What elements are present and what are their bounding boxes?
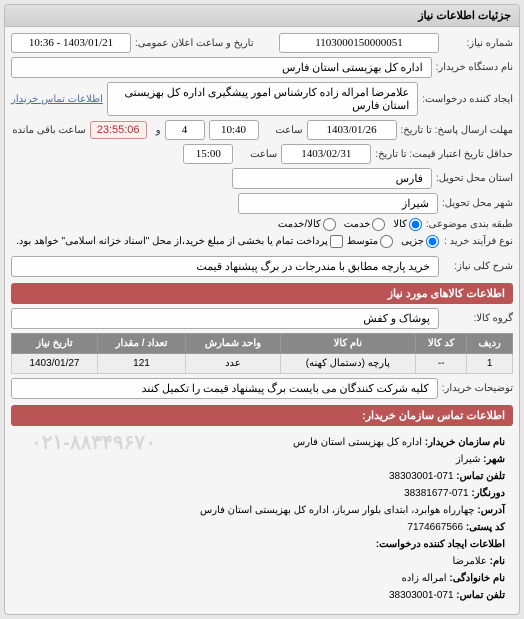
reply-time-value: 10:40 [209, 120, 259, 140]
goods-table: ردیف کد کالا نام کالا واحد شمارش تعداد /… [11, 333, 513, 374]
goods-section-header: اطلاعات کالاهای مورد نیاز [11, 283, 513, 304]
price-date-value: 1403/02/31 [281, 144, 371, 164]
price-time-value: 15:00 [183, 144, 233, 164]
lname-value: امراله زاده [402, 573, 447, 584]
phone-value: 071-38303001 [389, 471, 454, 482]
treasury-checkbox[interactable] [330, 235, 343, 248]
creator-title: اطلاعات ایجاد کننده درخواست: [376, 539, 505, 550]
buyer-contact-link[interactable]: اطلاعات تماس خریدار [11, 94, 103, 105]
delivery-city-label: شهر محل تحویل: [442, 198, 513, 209]
delivery-state-value: فارس [232, 168, 432, 189]
col-name: نام کالا [280, 334, 415, 354]
class-goods-service-option[interactable]: کالا/خدمت [278, 218, 336, 231]
fname-label: نام: [490, 556, 505, 567]
buyer-note-label: توضیحات خریدار: [442, 383, 513, 394]
class-goods-service-radio[interactable] [323, 218, 336, 231]
overall-desc-value: خرید پارچه مطابق با مندرجات در برگ پیشنه… [11, 256, 439, 277]
need-no-value: 1103000150000051 [279, 33, 439, 53]
goods-group-value: پوشاک و کفش [11, 308, 439, 329]
announce-dt-label: تاریخ و ساعت اعلان عمومی: [135, 38, 254, 49]
purchase-type-label: نوع فرآیند خرید : [443, 236, 513, 247]
class-topic-group: کالا خدمت کالا/خدمت [278, 218, 422, 231]
goods-group-label: گروه کالا: [443, 313, 513, 324]
need-no-label: شماره نیاز: [443, 38, 513, 49]
cell-date: 1403/01/27 [12, 354, 98, 374]
purchase-partial-radio[interactable] [426, 235, 439, 248]
cell-code: -- [416, 354, 467, 374]
col-code: کد کالا [416, 334, 467, 354]
reply-date-value: 1403/01/26 [307, 120, 397, 140]
fname-value: علامرضا [453, 556, 487, 567]
phone-label: تلفن تماس: [456, 471, 505, 482]
table-row: 1 -- پارچه (دستمال کهنه) عدد 121 1403/01… [12, 354, 513, 374]
req-creator-label: ایجاد کننده درخواست: [422, 94, 513, 105]
org-label: نام سازمان خریدار: [425, 437, 505, 448]
org-value: اداره کل بهزیستی استان فارس [293, 437, 422, 448]
delivery-state-label: استان محل تحویل: [436, 173, 513, 184]
saat-label-2: ساعت [237, 149, 277, 160]
lname-label: نام خانوادگی: [449, 573, 505, 584]
post-label: کد پستی: [466, 522, 505, 533]
city-label: شهر: [483, 454, 505, 465]
panel-title: جزئیات اطلاعات نیاز [5, 5, 519, 27]
purchase-medium-radio[interactable] [380, 235, 393, 248]
col-row: ردیف [467, 334, 513, 354]
addr-value: چهارراه هوابرد، ابتدای بلوار سرباز، ادار… [200, 505, 475, 516]
saat-label-1: ساعت [263, 125, 303, 136]
goods-table-header-row: ردیف کد کالا نام کالا واحد شمارش تعداد /… [12, 334, 513, 354]
cell-qty: 121 [97, 354, 185, 374]
purchase-partial-option[interactable]: جزیی [401, 235, 439, 248]
va-label: و [151, 125, 161, 136]
purchase-note-check[interactable]: پرداخت تمام یا بخشی از مبلغ خرید،از محل … [16, 235, 343, 248]
col-date: تاریخ نیاز [12, 334, 98, 354]
countdown-timer: 23:55:06 [90, 121, 147, 139]
class-service-radio[interactable] [372, 218, 385, 231]
announce-dt-value: 1403/01/21 - 10:36 [11, 33, 131, 53]
cell-unit: عدد [186, 354, 281, 374]
buyer-note-value: کلیه شرکت کنندگان می بایست برگ پیشنهاد ق… [11, 378, 438, 399]
price-validity-label: حداقل تاریخ اعتبار قیمت: تا تاریخ: [375, 149, 513, 160]
overall-desc-label: شرح کلی نیاز: [443, 261, 513, 272]
reply-days-value: 4 [165, 120, 205, 140]
purchase-type-group: جزیی متوسط [347, 235, 439, 248]
city-value: شیراز [456, 454, 481, 465]
col-unit: واحد شمارش [186, 334, 281, 354]
fax-label: دورنگار: [471, 488, 505, 499]
class-goods-option[interactable]: کالا [393, 218, 422, 231]
class-service-option[interactable]: خدمت [344, 218, 386, 231]
contact-info-block: ۰۲۱-۸۸۳۴۹۶۷۰ نام سازمان خریدار: اداره کل… [11, 430, 513, 608]
panel-body: شماره نیاز: 1103000150000051 تاریخ و ساع… [5, 27, 519, 614]
class-goods-radio[interactable] [409, 218, 422, 231]
need-details-panel: جزئیات اطلاعات نیاز شماره نیاز: 11030001… [4, 4, 520, 615]
post-value: 7174667566 [407, 522, 463, 533]
remaining-label: ساعت باقی مانده [12, 125, 85, 136]
buyer-org-value: اداره کل بهزیستی استان فارس [11, 57, 432, 78]
col-qty: تعداد / مقدار [97, 334, 185, 354]
fax-value: 071-38381677 [404, 488, 469, 499]
class-topic-label: طبقه بندی موضوعی: [426, 219, 513, 230]
contact-section-header: اطلاعات تماس سازمان خریدار: [11, 405, 513, 426]
addr-label: آدرس: [477, 505, 505, 516]
delivery-city-value: شیراز [238, 193, 438, 214]
req-creator-value: علامرضا امراله زاده کارشناس امور پیشگیری… [107, 82, 418, 116]
cphone-label: تلفن تماس: [456, 590, 505, 601]
cphone-value: 071-38303001 [389, 590, 454, 601]
reply-deadline-label: مهلت ارسال پاسخ: تا تاریخ: [401, 125, 513, 136]
cell-row: 1 [467, 354, 513, 374]
purchase-medium-option[interactable]: متوسط [347, 235, 393, 248]
buyer-org-label: نام دستگاه خریدار: [436, 62, 513, 73]
cell-name: پارچه (دستمال کهنه) [280, 354, 415, 374]
